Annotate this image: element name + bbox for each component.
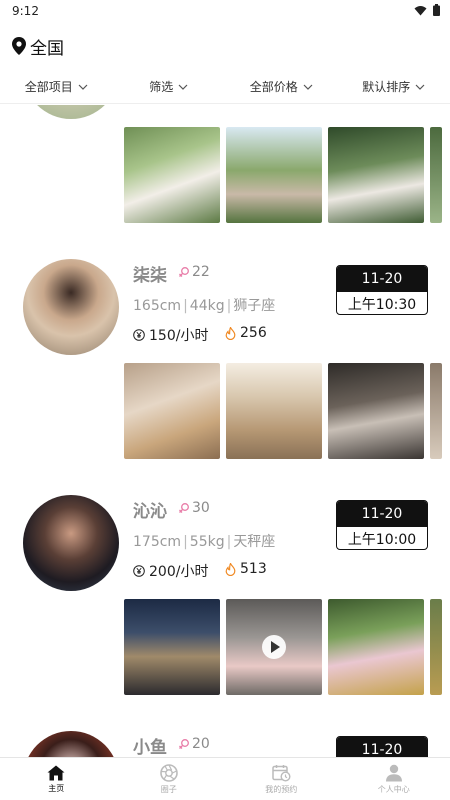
availability-badge: 11-20 [336,736,428,757]
photo-row [124,599,442,695]
photo-thumbnail[interactable] [226,363,322,459]
female-icon [179,267,189,277]
popularity-value: 513 [240,561,267,577]
photo-thumbnail[interactable] [430,363,442,459]
location-pin-icon [12,37,26,55]
photo-row [124,363,442,459]
profile-stats: 175cm | 55kg | 天秤座 [133,534,276,550]
location-selector[interactable]: 全国 [0,30,450,62]
aperture-icon [159,763,178,782]
female-icon [179,503,189,513]
availability-time: 上午10:00 [347,532,417,548]
filter-all-prices[interactable]: 全部价格 [225,70,338,103]
filter-default-sort[interactable]: 默认排序 [338,70,450,103]
wifi-icon [414,5,427,15]
chevron-down-icon [415,84,425,90]
filter-all-projects[interactable]: 全部项目 [0,70,113,103]
age-value: 30 [192,500,210,516]
weight-value: 55kg [189,534,225,550]
avatar[interactable] [23,731,119,757]
tab-label: 主页 [48,783,65,793]
profile-stats: 165cm | 44kg | 狮子座 [133,298,276,314]
photo-thumbnail[interactable] [430,599,442,695]
availability-date: 11-20 [337,266,427,292]
play-icon[interactable] [262,635,286,659]
filter-label: 默认排序 [362,80,411,94]
user-icon [385,764,402,781]
filter-bar: 全部项目 筛选 全部价格 默认排序 [0,70,450,104]
filter-label: 全部项目 [24,80,73,94]
photo-thumbnail[interactable] [328,599,424,695]
popularity-info: 513 [225,561,267,577]
photo-row [124,127,442,223]
photo-thumbnail[interactable] [124,127,220,223]
battery-icon [433,4,440,16]
price-info: 150/小时 [133,325,208,345]
avatar[interactable] [23,105,119,119]
tab-home[interactable]: 主页 [0,758,113,800]
tab-label: 我的预约 [265,784,298,794]
availability-badge: 11-20 上午10:00 [336,500,428,550]
availability-badge: 11-20 上午10:30 [336,265,428,315]
photo-thumbnail[interactable] [328,127,424,223]
filter-label: 筛选 [149,80,174,94]
status-time: 9:12 [12,4,39,18]
age-value: 22 [192,264,210,280]
tab-label: 圈子 [160,784,177,794]
profile-name: 沁沁 [133,502,167,522]
bottom-tab-bar: 主页 圈子 我的预约 个人中心 [0,757,450,800]
avatar[interactable] [23,259,119,355]
status-bar: 9:12 [0,0,450,24]
chevron-down-icon [78,84,88,90]
price-value: 150/小时 [149,328,209,344]
yuan-icon [133,565,145,577]
calendar-clock-icon [272,764,291,782]
height-value: 175cm [133,534,182,550]
female-icon [179,739,189,749]
popularity-info: 256 [225,325,267,341]
filter-screen[interactable]: 筛选 [113,70,226,103]
fire-icon [225,562,236,576]
price-value: 200/小时 [149,564,209,580]
photo-thumbnail[interactable] [226,127,322,223]
location-label: 全国 [30,38,64,59]
height-value: 165cm [133,298,182,314]
yuan-icon [133,329,145,341]
tab-circle[interactable]: 圈子 [113,758,226,800]
availability-time: 上午10:30 [347,297,417,313]
profile-feed[interactable]: 柒柒 22 165cm | 44kg | 狮子座 150/小时 256 11-20 上午… [0,105,450,757]
age-value: 20 [192,736,210,752]
age-badge: 30 [178,500,210,516]
filter-label: 全部价格 [249,80,298,94]
chevron-down-icon [178,84,188,90]
photo-thumbnail[interactable] [124,363,220,459]
price-info: 200/小时 [133,561,208,581]
age-badge: 22 [178,264,210,280]
photo-thumbnail[interactable] [328,363,424,459]
fire-icon [225,326,236,340]
photo-thumbnail[interactable] [430,127,442,223]
profile-name: 小鱼 [133,738,167,757]
home-icon [47,765,65,780]
zodiac-value: 天秤座 [233,534,276,550]
photo-thumbnail[interactable] [124,599,220,695]
availability-date: 11-20 [337,737,427,757]
tab-my-bookings[interactable]: 我的预约 [225,758,338,800]
tab-label: 个人中心 [377,784,410,794]
availability-date: 11-20 [337,501,427,527]
popularity-value: 256 [240,325,267,341]
age-badge: 20 [178,736,210,752]
avatar[interactable] [23,495,119,591]
chevron-down-icon [303,84,313,90]
weight-value: 44kg [189,298,225,314]
video-thumbnail[interactable] [226,599,322,695]
tab-profile[interactable]: 个人中心 [338,758,450,800]
zodiac-value: 狮子座 [233,298,276,314]
profile-name: 柒柒 [133,266,167,286]
